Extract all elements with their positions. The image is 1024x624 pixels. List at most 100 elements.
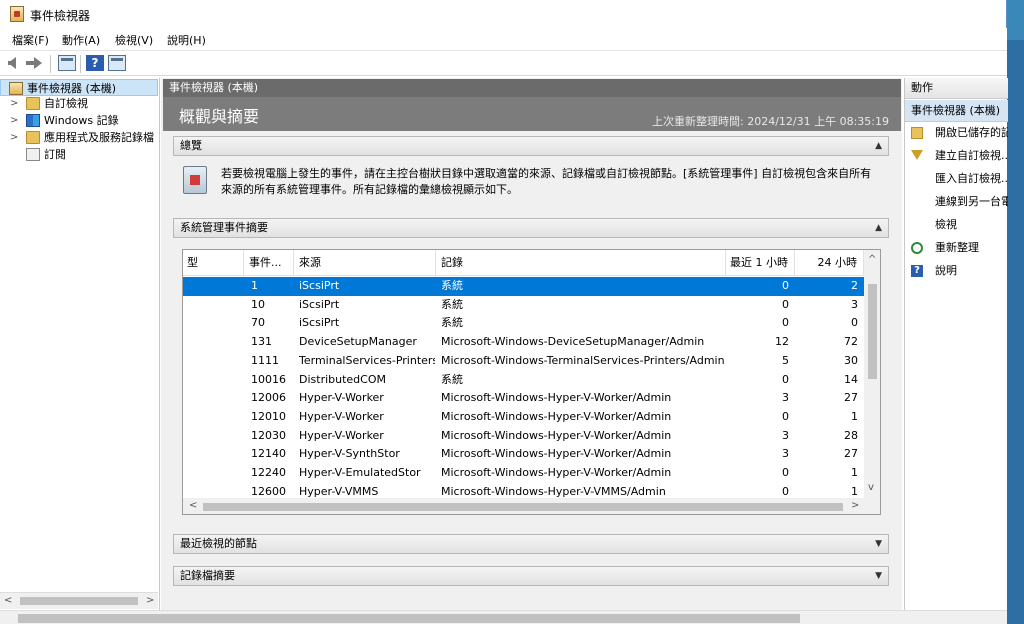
table-cell-log: 系統 [441, 297, 463, 311]
table-cell-source: Hyper-V-Worker [299, 409, 384, 423]
action-item[interactable]: 重新整理 [905, 237, 1008, 259]
table-cell-source: Hyper-V-EmulatedStor [299, 466, 421, 479]
table-cell-id: 10 [251, 297, 265, 311]
menu-view[interactable]: 檢視(V) [115, 32, 153, 48]
tree-item-label: 訂閱 [44, 148, 66, 161]
event-log-icon [183, 166, 207, 194]
refresh-icon [911, 242, 923, 254]
table-cell-log: Microsoft-Windows-TerminalServices-Print… [441, 353, 725, 367]
expand-chevron-icon[interactable]: > [10, 112, 18, 129]
table-row[interactable]: 10016 DistributedCOM 系統 0 14 [183, 371, 865, 390]
column-header-event-id[interactable]: 事件... [245, 250, 294, 276]
actions-subheader[interactable]: 事件檢視器 (本機) [905, 100, 1008, 122]
forward-button[interactable] [26, 55, 44, 71]
table-cell-day: 27 [844, 447, 858, 461]
last-refresh-time: 上次重新整理時間: 2024/12/31 上午 08:35:19 [652, 115, 889, 128]
table-cell-day: 72 [844, 335, 858, 349]
column-header-log[interactable]: 記錄 [437, 250, 726, 276]
table-cell-id: 12006 [251, 391, 286, 405]
table-horizontal-scrollbar[interactable]: < > [183, 498, 880, 514]
collapse-caret-icon[interactable]: ▲ [875, 219, 882, 237]
table-vertical-scrollbar[interactable]: ^ v [864, 250, 880, 498]
section-title: 總覽 [180, 139, 202, 152]
menu-help[interactable]: 說明(H) [167, 32, 206, 48]
scroll-left-icon[interactable]: < [4, 595, 12, 606]
table-cell-day: 30 [844, 353, 858, 367]
action-item[interactable]: 匯入自訂檢視... [905, 168, 1008, 190]
table-cell-source: Hyper-V-SynthStor [299, 447, 400, 461]
admin-events-section-header[interactable]: 系統管理事件摘要 ▲ [173, 218, 889, 238]
tree-item-app-service-logs[interactable]: > 應用程式及服務記錄檔 [0, 129, 158, 146]
actions-pane: 動作 事件檢視器 (本機) 開啟已儲存的記 建立自訂檢視... 匯入自訂檢視... 連… [904, 78, 1008, 610]
summary-section-header[interactable]: 總覽 ▲ [173, 136, 889, 156]
expand-caret-icon[interactable]: ▼ [875, 535, 882, 553]
folder-icon [26, 131, 40, 144]
back-button[interactable] [8, 55, 26, 71]
table-cell-hour: 12 [775, 335, 789, 349]
tree-horizontal-scrollbar[interactable]: < > [0, 592, 158, 609]
action-item[interactable]: ? 說明 [905, 260, 1008, 282]
show-hide-tree-button[interactable] [58, 55, 76, 71]
scrollbar-thumb[interactable] [868, 284, 877, 379]
expand-caret-icon[interactable]: ▼ [875, 567, 882, 585]
collapse-caret-icon[interactable]: ▲ [875, 137, 882, 155]
table-cell-log: 系統 [441, 372, 463, 386]
column-header-last-hour[interactable]: 最近 1 小時 [727, 250, 795, 276]
table-cell-source: iScsiPrt [299, 297, 340, 311]
help-button[interactable]: ? [86, 55, 104, 71]
table-row[interactable]: 12030 Hyper-V-Worker Microsoft-Windows-Hyp… [183, 427, 865, 446]
tree-item-event-viewer-local[interactable]: 事件檢視器 (本機) [0, 79, 158, 96]
tree-item-windows-logs[interactable]: > Windows 記錄 [0, 112, 158, 129]
section-title: 記錄檔摘要 [180, 569, 235, 582]
table-cell-day: 0 [851, 316, 858, 330]
scroll-left-icon[interactable]: < [189, 500, 197, 511]
scrollbar-thumb[interactable] [20, 597, 138, 605]
log-summary-section-header[interactable]: 記錄檔摘要 ▼ [173, 566, 889, 586]
recent-nodes-section-header[interactable]: 最近檢視的節點 ▼ [173, 534, 889, 554]
table-row[interactable]: 12010 Hyper-V-Worker Microsoft-Windows-Hyp… [183, 408, 865, 427]
expand-chevron-icon[interactable]: > [10, 129, 18, 146]
scroll-right-icon[interactable]: > [146, 595, 154, 606]
menu-action[interactable]: 動作(A) [62, 32, 100, 48]
column-header-24-hours[interactable]: 24 小時 [796, 250, 864, 276]
action-item[interactable]: 開啟已儲存的記 [905, 122, 1008, 144]
table-cell-id: 12140 [251, 447, 286, 461]
table-row[interactable]: 10 iScsiPrt 系統 0 3 [183, 296, 865, 315]
overview-title: 概觀與摘要 [179, 107, 260, 126]
table-cell-day: 14 [844, 372, 858, 386]
table-cell-day: 3 [851, 297, 858, 311]
scroll-right-icon[interactable]: > [851, 500, 859, 511]
table-row[interactable]: 12140 Hyper-V-SynthStor Microsoft-Windows-… [183, 445, 865, 464]
table-cell-hour: 3 [782, 391, 789, 405]
action-item[interactable]: 連線到另一台電 [905, 191, 1008, 213]
scrollbar-thumb[interactable] [203, 503, 843, 511]
table-row[interactable]: 70 iScsiPrt 系統 0 0 [183, 314, 865, 333]
table-row[interactable]: 12240 Hyper-V-EmulatedStor Microsoft-Windo… [183, 464, 865, 483]
table-cell-log: Microsoft-Windows-Hyper-V-Worker/Admin [441, 447, 672, 461]
scroll-down-icon[interactable]: v [868, 482, 874, 493]
action-label: 說明 [935, 264, 957, 277]
tree-item-custom-views[interactable]: > 自訂檢視 [0, 95, 158, 112]
table-row[interactable]: 12006 Hyper-V-Worker Microsoft-Windows-Hyp… [183, 389, 865, 408]
action-item[interactable]: 檢視 [905, 214, 1008, 236]
action-item[interactable]: 建立自訂檢視... [905, 145, 1008, 167]
show-hide-action-pane-button[interactable] [108, 55, 126, 71]
filter-icon [911, 150, 923, 160]
menu-bar: 檔案(F) 動作(A) 檢視(V) 說明(H) [0, 28, 1007, 50]
table-cell-log: Microsoft-Windows-Hyper-V-Worker/Admin [441, 409, 672, 423]
action-label: 檢視 [935, 218, 957, 231]
table-row[interactable]: 1 iScsiPrt 系統 0 2 [183, 277, 865, 296]
expand-chevron-icon[interactable]: > [10, 95, 18, 112]
action-label: 開啟已儲存的記 [935, 126, 1008, 139]
scroll-up-icon[interactable]: ^ [868, 254, 876, 265]
column-header-type[interactable]: 型 [183, 250, 244, 276]
window-horizontal-scrollbar[interactable] [0, 610, 1007, 624]
column-header-source[interactable]: 來源 [295, 250, 436, 276]
scrollbar-thumb[interactable] [18, 614, 800, 623]
menu-file[interactable]: 檔案(F) [12, 32, 49, 48]
tree-item-subscriptions[interactable]: 訂閱 [0, 146, 158, 163]
table-row[interactable]: 131 DeviceSetupManager Microsoft-Windows-D… [183, 333, 865, 352]
table-cell-hour: 0 [782, 316, 789, 330]
summary-text: 若要檢視電腦上發生的事件，請在主控台樹狀目錄中選取適當的來源、記錄檔或自訂檢視節… [221, 167, 872, 196]
table-row[interactable]: 1111 TerminalServices-Printers Microsoft-W… [183, 352, 865, 371]
